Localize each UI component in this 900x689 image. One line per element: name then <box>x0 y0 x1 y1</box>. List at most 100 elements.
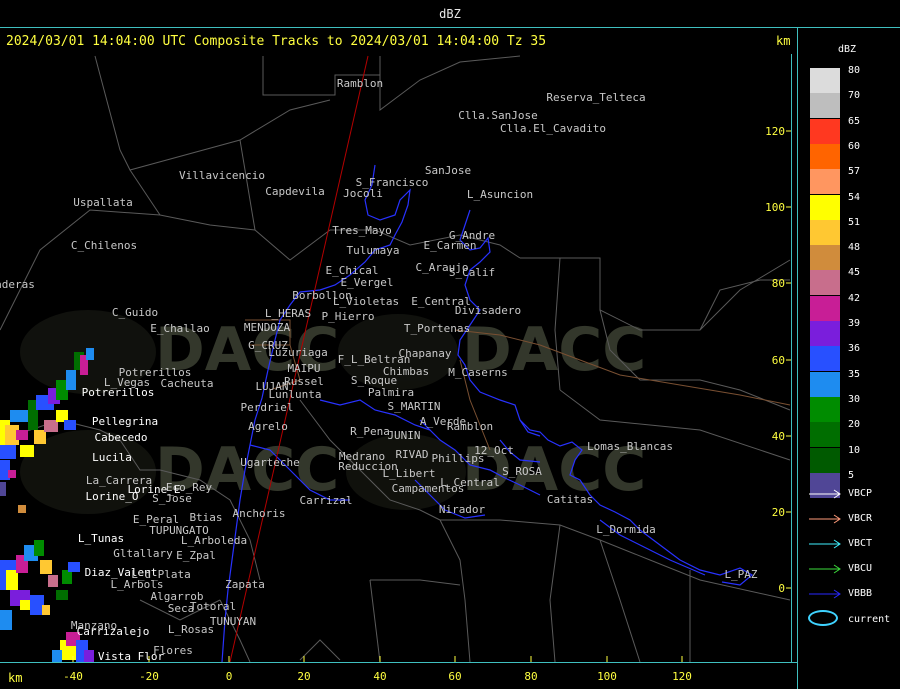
place-label: Lunlunta <box>268 388 322 401</box>
place-label: Clla.SanJose <box>458 109 538 122</box>
place-label: Carrizal <box>299 494 353 507</box>
place-label: Zapata <box>225 578 265 591</box>
place-label: Btias <box>189 511 223 524</box>
legend-swatch <box>810 118 840 144</box>
legend-swatch-label: 39 <box>848 318 861 329</box>
place-label: Perdriel <box>240 401 294 414</box>
place-label: S_Calif <box>448 266 496 279</box>
place-label: L_Libert <box>382 467 436 480</box>
legend-swatch-label: 30 <box>848 393 861 405</box>
legend-swatch <box>810 422 840 448</box>
legend-swatch-label: 10 <box>848 444 861 456</box>
x-tick-label: 80 <box>524 670 538 683</box>
place-label: Reserva_Telteca <box>546 91 646 104</box>
place-label: Jocoli <box>343 187 383 200</box>
place-label: Phillips <box>431 452 485 465</box>
y-tick-label: 60 <box>771 354 785 367</box>
place-label: E_Zpal <box>176 549 216 562</box>
composite-caption: 2024/03/01 14:04:00 UTC Composite Tracks… <box>6 34 547 49</box>
place-label: C_Chilenos <box>70 239 138 252</box>
place-label: aderas <box>0 278 35 291</box>
place-label: TUNUYAN <box>209 615 257 628</box>
place-label: Agrelo <box>248 420 288 433</box>
legend-divider <box>797 28 798 689</box>
place-label: L_Arboleda <box>180 534 248 547</box>
radar-map[interactable]: DACC DACC DACC DACC Ramblon Reserva_Telt… <box>0 54 791 662</box>
track-arrow-icon <box>809 589 841 599</box>
axis-ticks <box>72 130 791 662</box>
place-label: L_Tunas <box>77 532 125 545</box>
legend-swatch <box>810 270 840 296</box>
legend-swatch <box>810 93 840 119</box>
track-arrow-icon <box>809 564 841 574</box>
legend-swatch <box>810 346 840 372</box>
place-label: L_Violetas <box>332 295 400 308</box>
legend-swatch <box>810 447 840 473</box>
place-label: Clla.El_Cavadito <box>500 122 606 135</box>
place-label: RIVAD <box>395 448 429 461</box>
place-label: Ramblon <box>336 77 384 90</box>
place-label: S_ROSA <box>502 465 542 478</box>
legend-swatch <box>810 396 840 422</box>
legend-swatch-label: 35 <box>848 368 861 380</box>
place-label: Russel <box>284 375 324 388</box>
legend-swatch <box>810 245 840 271</box>
y-tick-label: 80 <box>771 277 785 290</box>
place-label: Palmira <box>367 386 415 399</box>
place-label: Uspallata <box>73 196 133 209</box>
place-label: P_Hierro <box>321 310 375 323</box>
place-label: Divisadero <box>454 304 522 317</box>
legend-swatch <box>810 194 840 220</box>
y-axis-unit: km <box>776 34 791 48</box>
legend-swatch-label: 54 <box>848 191 861 203</box>
legend-title: dBZ <box>838 44 857 55</box>
place-label: Cacheuta <box>160 377 214 390</box>
y-tick-label: 0 <box>778 582 785 595</box>
x-tick-label: -40 <box>63 670 83 683</box>
legend-swatch-label: 42 <box>848 292 861 304</box>
place-label: M_Caserns <box>448 366 508 379</box>
legend-swatch <box>810 219 840 245</box>
x-tick-label: 100 <box>597 670 617 683</box>
place-label: E_Challao <box>150 322 210 335</box>
place-label: Lomas_Blancas <box>586 440 674 453</box>
x-tick-label: 60 <box>448 670 462 683</box>
legend-swatch <box>810 169 840 195</box>
place-label: L_Rosas <box>167 623 215 636</box>
y-tick-label: 100 <box>765 201 785 214</box>
legend-swatch <box>810 371 840 397</box>
legend-swatch-label: 20 <box>848 419 861 431</box>
place-label: S_Jose <box>152 492 192 505</box>
track-label: VBBB <box>848 588 873 599</box>
legend-swatch-label: 51 <box>848 216 861 228</box>
legend-swatch-label: 5 <box>848 469 855 481</box>
x-axis-unit: km <box>8 671 23 685</box>
place-label: L_Dormida <box>596 523 656 536</box>
legend-swatch-label: 36 <box>848 343 861 355</box>
place-label: Anchoris <box>232 507 286 520</box>
place-label: Vista_Flor <box>97 650 165 662</box>
radar-window: dBZ 2024/03/01 14:04:00 UTC Composite Tr… <box>0 0 900 689</box>
current-label: current <box>848 614 891 625</box>
place-label: MENDOZA <box>243 321 291 334</box>
place-label: Totoral <box>189 600 237 613</box>
place-label: R_Pena <box>350 425 390 438</box>
place-label: Capdevila <box>265 185 325 198</box>
place-label: Nirador <box>438 503 486 516</box>
x-tick-label: 20 <box>297 670 311 683</box>
place-label: E_Carmen <box>423 239 477 252</box>
legend-swatch-label: 57 <box>848 166 861 178</box>
legend-swatch <box>810 68 840 93</box>
place-label: L_HERAS <box>264 307 312 320</box>
place-label: Lorine_O <box>85 490 139 503</box>
place-label: E_Vergel <box>340 276 394 289</box>
legend-swatch-label: 65 <box>848 115 861 127</box>
x-tick-label: 40 <box>373 670 387 683</box>
place-label: Potrerillos <box>81 386 155 399</box>
track-arrow-icon <box>809 539 841 549</box>
y-tick-label: 40 <box>771 430 785 443</box>
place-label: C_Guido <box>111 306 159 319</box>
y-tick-label: 120 <box>765 125 785 138</box>
title-bar: dBZ <box>0 0 900 28</box>
track-arrow-icon <box>809 514 841 524</box>
